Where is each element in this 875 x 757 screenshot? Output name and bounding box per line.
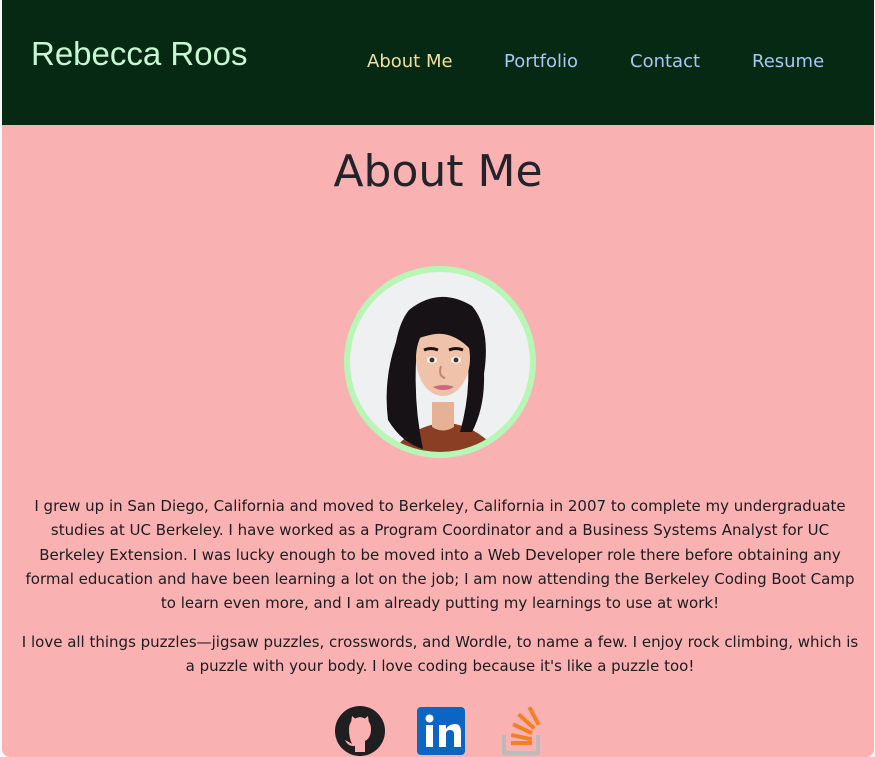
stack-overflow-icon: [502, 706, 541, 755]
brand-name: Rebecca Roos: [31, 35, 248, 72]
bio-paragraph: I grew up in San Diego, California and m…: [25, 497, 855, 613]
nav-link-resume[interactable]: Resume: [752, 50, 824, 74]
nav-link-about-me[interactable]: About Me: [367, 50, 453, 74]
nav-link-contact[interactable]: Contact: [630, 50, 700, 74]
github-icon: [335, 706, 385, 756]
github-link[interactable]: [334, 705, 386, 757]
linkedin-link[interactable]: [415, 705, 467, 757]
page-window: Rebecca Roos About Me Portfolio Contact …: [2, 0, 874, 757]
linkedin-icon: [417, 707, 465, 755]
bio-paragraph: I love all things puzzles—jigsaw puzzles…: [21, 633, 859, 676]
avatar: [344, 266, 536, 458]
navbar: Rebecca Roos About Me Portfolio Contact …: [2, 0, 874, 125]
nav-link-portfolio[interactable]: Portfolio: [504, 50, 578, 74]
page-title: About Me: [333, 146, 543, 197]
stack-overflow-link[interactable]: [496, 705, 548, 757]
